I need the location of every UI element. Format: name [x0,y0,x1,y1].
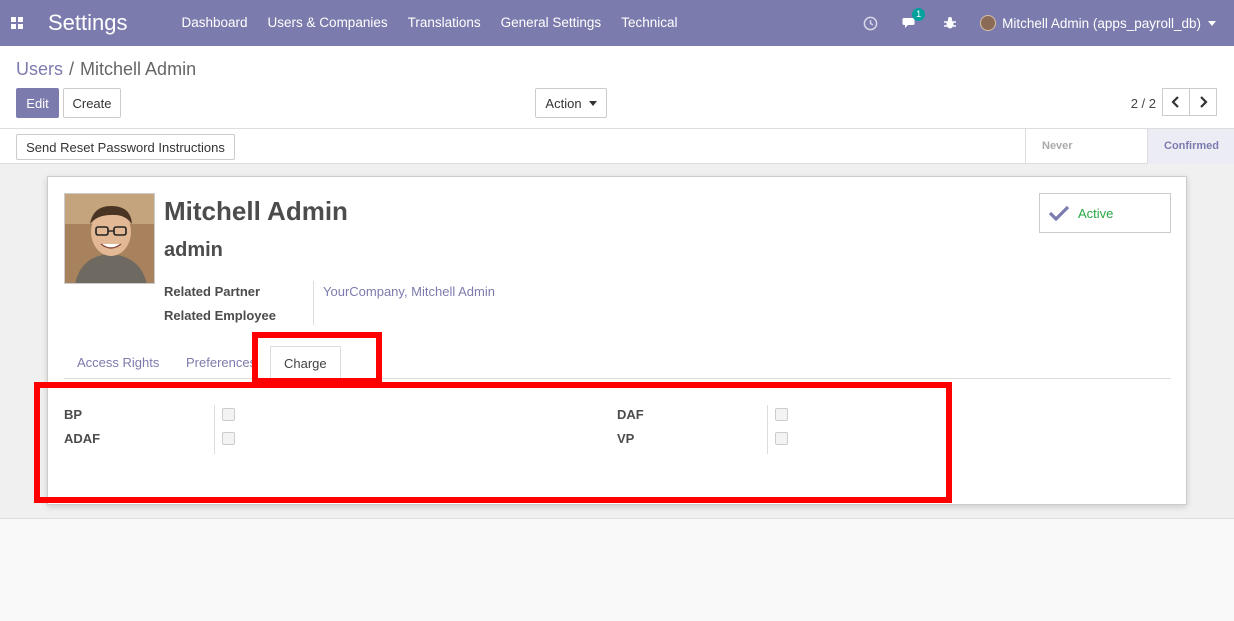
user-menu[interactable]: Mitchell Admin (apps_payroll_db) [970,15,1234,31]
form-sheet: Mitchell Admin admin Active Related Part… [47,176,1187,505]
bp-checkbox[interactable] [222,408,235,421]
chevron-down-icon [588,100,597,106]
related-partner-link[interactable]: YourCompany, Mitchell Admin [323,284,495,299]
status-never-connected: Never Connected [1025,129,1147,187]
menu-general-settings[interactable]: General Settings [491,0,612,46]
user-photo[interactable] [64,193,155,284]
pager-value: 2 / 2 [1130,96,1156,111]
active-label: Active [1078,205,1114,221]
field-divider [767,405,768,454]
status-confirmed: Confirmed [1147,129,1234,164]
user-avatar [980,15,997,31]
action-label: Action [545,95,582,111]
pager-next-button[interactable] [1189,88,1217,116]
pager-previous-button[interactable] [1162,88,1190,116]
breadcrumb: Users / Mitchell Admin [16,59,196,80]
field-divider [313,281,314,325]
related-partner-label: Related Partner [164,284,261,299]
control-panel: Users / Mitchell Admin Edit Create Action … [0,46,1234,129]
tab-preferences[interactable]: Preferences [173,346,269,379]
vp-label: VP [617,431,635,446]
chat-badge: 1 [912,8,926,21]
debug-bug-icon[interactable] [930,0,970,46]
checkmark-icon [1048,205,1070,222]
breadcrumb-current: Mitchell Admin [80,59,197,79]
adaf-checkbox[interactable] [222,432,235,445]
app-title: Settings [48,10,128,35]
activity-clock-icon[interactable] [850,0,890,46]
menu-translations[interactable]: Translations [398,0,491,46]
related-employee-label: Related Employee [164,308,276,323]
daf-checkbox[interactable] [775,408,788,421]
notebook-tabs: Access Rights Preferences Charge [64,346,1171,380]
menu-technical[interactable]: Technical [611,0,687,46]
tab-charge[interactable]: Charge [270,346,341,380]
form-statusbar: Send Reset Password Instructions Never C… [0,129,1234,187]
chevron-down-icon [1208,20,1216,26]
breadcrumb-separator: / [69,59,75,79]
apps-menu-icon[interactable] [0,0,34,46]
breadcrumb-users[interactable]: Users [16,59,63,79]
menu-users-companies[interactable]: Users & Companies [258,0,398,46]
menu-dashboard[interactable]: Dashboard [172,0,258,46]
bp-label: BP [64,407,83,422]
vp-checkbox[interactable] [775,432,788,445]
edit-button[interactable]: Edit [16,88,59,118]
adaf-label: ADAF [64,431,101,446]
send-reset-password-button[interactable]: Send Reset Password Instructions [16,134,235,160]
action-dropdown[interactable]: Action [535,88,607,118]
status-steps: Never Connected Confirmed [1025,129,1234,187]
user-name: Mitchell Admin (apps_payroll_db) [1002,15,1201,31]
top-navbar: Settings Dashboard Users & Companies Tra… [0,0,1234,46]
main-menu: Dashboard Users & Companies Translations… [172,0,688,46]
daf-label: DAF [617,407,644,422]
create-button[interactable]: Create [63,88,121,118]
tab-access-rights[interactable]: Access Rights [64,346,172,379]
user-login: admin [164,239,223,261]
user-display-name: Mitchell Admin [164,196,348,226]
chat-icon[interactable]: 1 [890,0,930,46]
field-divider [214,405,215,454]
active-toggle-button[interactable]: Active [1039,193,1171,233]
